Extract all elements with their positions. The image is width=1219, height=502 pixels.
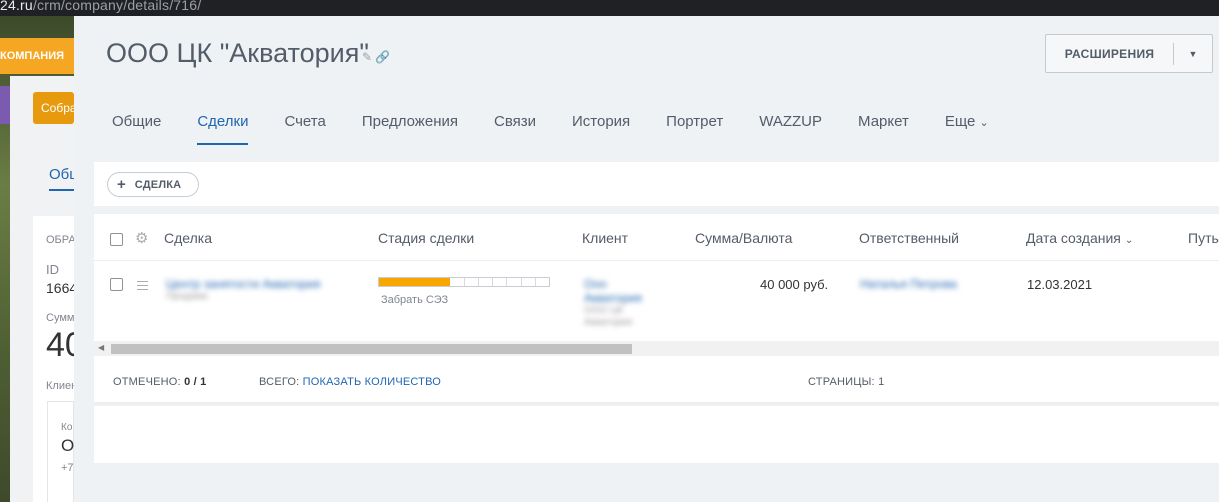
pages-count: СТРАНИЦЫ: 1 xyxy=(808,376,885,388)
tab-history[interactable]: История xyxy=(572,113,630,137)
stage-segment[interactable] xyxy=(493,278,508,286)
column-created[interactable]: Дата создания ⌄ xyxy=(1026,230,1133,246)
stage-segment[interactable] xyxy=(450,278,465,286)
tab-bar: Общие Сделки Счета Предложения Связи Ист… xyxy=(112,113,1025,145)
stage-segment[interactable] xyxy=(521,278,536,286)
row-menu-icon[interactable] xyxy=(137,281,148,293)
background-card: ОБРАЩ ID 1664 Сумма 40 Клиент Ко О +7 Ко xyxy=(33,216,74,502)
scrollbar-thumb[interactable] xyxy=(111,344,632,354)
background-contact-card: Ко О +7 xyxy=(47,401,74,502)
gear-icon[interactable]: ⚙ xyxy=(135,229,148,247)
company-slider: ООО ЦК "Акватория" ✎ 🔗 РАСШИРЕНИЯ ▼ Общи… xyxy=(74,16,1219,502)
grid-toolbar: + СДЕЛКА xyxy=(94,162,1219,206)
deal-subtitle: Продажи xyxy=(166,291,208,302)
stage-segment[interactable] xyxy=(507,278,522,286)
stage-progress-bar[interactable] xyxy=(378,277,550,287)
column-responsible[interactable]: Ответственный xyxy=(859,230,959,246)
stage-segment[interactable] xyxy=(535,278,549,286)
empty-area xyxy=(94,406,1219,463)
url-text[interactable]: 24.ru/crm/company/details/716/ xyxy=(0,0,201,13)
stage-segment[interactable] xyxy=(421,278,436,286)
stage-name: Забрать СЭЗ xyxy=(381,294,449,306)
stage-segment[interactable] xyxy=(464,278,479,286)
tab-quotes[interactable]: Предложения xyxy=(362,113,458,137)
tab-invoices[interactable]: Счета xyxy=(284,113,325,137)
tab-wazzup[interactable]: WAZZUP xyxy=(759,113,822,137)
deal-amount: 40 000 руб. xyxy=(760,277,829,292)
stage-segment[interactable] xyxy=(436,278,451,286)
total-count: ВСЕГО: ПОКАЗАТЬ КОЛИЧЕСТВО xyxy=(259,376,442,388)
tab-general[interactable]: Общие xyxy=(112,113,161,137)
background-collect-button: Собрать xyxy=(33,92,74,124)
chevron-down-icon[interactable]: ▼ xyxy=(1174,49,1212,59)
row-checkbox[interactable] xyxy=(110,278,123,291)
page-title: ООО ЦК "Акватория" xyxy=(106,38,369,68)
background-tab-general: Общие xyxy=(49,166,74,191)
stage-segment[interactable] xyxy=(393,278,408,286)
client-company-name: Акватория xyxy=(584,317,633,328)
show-count-link[interactable]: ПОКАЗАТЬ КОЛИЧЕСТВО xyxy=(303,376,441,388)
select-all-checkbox[interactable] xyxy=(110,233,123,246)
deal-title-link[interactable]: Центр занятости Акватория xyxy=(166,277,320,291)
chevron-down-icon: ⌄ xyxy=(1124,235,1134,246)
grid-header: ⚙ Сделка Стадия сделки Клиент Сумма/Валю… xyxy=(94,214,1219,261)
browser-url-bar[interactable]: 24.ru/crm/company/details/716/ xyxy=(0,0,1219,16)
client-link[interactable]: Ооо xyxy=(584,277,607,291)
tab-more[interactable]: Еще ⌄ xyxy=(945,113,989,137)
pencil-icon[interactable]: ✎ xyxy=(362,50,372,64)
background-entity-tab: КОМПАНИЯ xyxy=(0,38,74,74)
extensions-button[interactable]: РАСШИРЕНИЯ ▼ xyxy=(1045,34,1213,73)
column-amount[interactable]: Сумма/Валюта xyxy=(695,230,792,246)
selected-count: ОТМЕЧЕНО: 0 / 1 xyxy=(113,376,207,388)
column-stage[interactable]: Стадия сделки xyxy=(378,230,474,246)
created-date: 12.03.2021 xyxy=(1027,277,1093,292)
stage-segment[interactable] xyxy=(407,278,422,286)
link-icon[interactable]: 🔗 xyxy=(375,50,390,64)
plus-icon: + xyxy=(117,176,126,193)
client-link-name[interactable]: Акватория xyxy=(584,291,642,305)
column-path[interactable]: Путь xyxy=(1188,230,1219,246)
title-actions: ✎ 🔗 xyxy=(362,50,390,64)
column-deal[interactable]: Сделка xyxy=(164,230,212,246)
background-page: КОМПАНИЯ Собрать Общие ОБРАЩ ID 1664 Сум… xyxy=(0,16,74,502)
column-client[interactable]: Клиент xyxy=(582,230,628,246)
grid-footer: ОТМЕЧЕНО: 0 / 1 ВСЕГО: ПОКАЗАТЬ КОЛИЧЕСТ… xyxy=(94,356,1219,404)
tab-deals[interactable]: Сделки xyxy=(197,113,249,145)
tab-market[interactable]: Маркет xyxy=(858,113,909,137)
deals-grid: ⚙ Сделка Стадия сделки Клиент Сумма/Валю… xyxy=(94,214,1219,404)
tab-portrait[interactable]: Портрет xyxy=(666,113,723,137)
stage-segment[interactable] xyxy=(379,278,394,286)
horizontal-scrollbar[interactable]: ◀ xyxy=(94,341,1219,356)
chevron-down-icon: ⌄ xyxy=(979,117,989,129)
client-company: ООО ЦК xyxy=(584,305,624,316)
scroll-left-icon[interactable]: ◀ xyxy=(98,343,104,352)
stage-segment[interactable] xyxy=(478,278,493,286)
table-row[interactable]: Центр занятости Акватория Продажи Забрат… xyxy=(94,261,1219,341)
responsible-link[interactable]: Наталья Петрова xyxy=(860,277,957,291)
add-deal-button[interactable]: + СДЕЛКА xyxy=(107,172,199,197)
background-marker xyxy=(0,86,10,124)
tab-relations[interactable]: Связи xyxy=(494,113,536,137)
extensions-label[interactable]: РАСШИРЕНИЯ xyxy=(1046,42,1174,65)
